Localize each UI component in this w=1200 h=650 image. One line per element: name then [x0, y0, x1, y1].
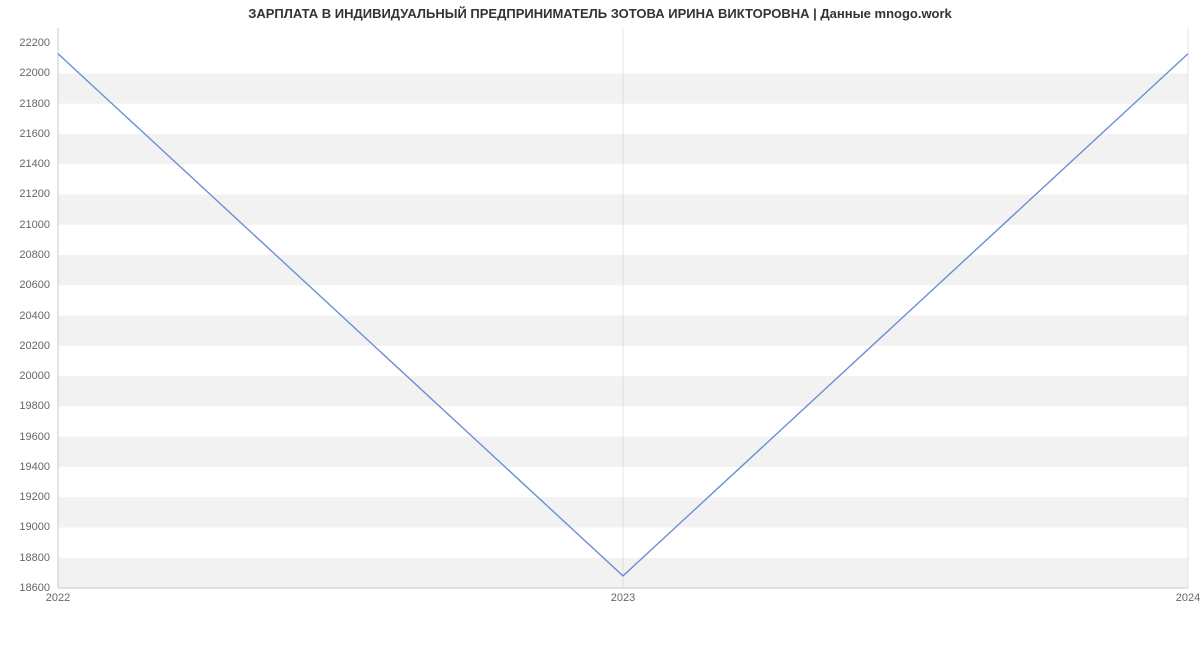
- y-tick-label: 21200: [19, 188, 50, 200]
- y-tick-label: 20400: [19, 310, 50, 322]
- y-tick-label: 22000: [19, 67, 50, 79]
- y-tick-label: 19200: [19, 491, 50, 503]
- y-tick-label: 18800: [19, 552, 50, 564]
- y-tick-label: 19000: [19, 521, 50, 533]
- y-tick-label: 19600: [19, 431, 50, 443]
- y-tick-label: 19800: [19, 400, 50, 412]
- chart-title: ЗАРПЛАТА В ИНДИВИДУАЛЬНЫЙ ПРЕДПРИНИМАТЕЛ…: [0, 6, 1200, 21]
- y-tick-label: 20000: [19, 370, 50, 382]
- plot-area: [58, 28, 1188, 588]
- x-axis: 202220232024: [58, 590, 1188, 610]
- y-tick-label: 20200: [19, 340, 50, 352]
- y-tick-label: 22200: [19, 37, 50, 49]
- y-tick-label: 19400: [19, 461, 50, 473]
- x-tick-label: 2023: [611, 592, 635, 604]
- x-tick-label: 2024: [1176, 592, 1200, 604]
- y-tick-label: 20800: [19, 249, 50, 261]
- y-tick-label: 21400: [19, 158, 50, 170]
- chart-svg: [58, 28, 1188, 588]
- y-tick-label: 20600: [19, 279, 50, 291]
- y-tick-label: 21000: [19, 219, 50, 231]
- salary-line-chart: ЗАРПЛАТА В ИНДИВИДУАЛЬНЫЙ ПРЕДПРИНИМАТЕЛ…: [0, 0, 1200, 650]
- y-tick-label: 21600: [19, 128, 50, 140]
- y-tick-label: 21800: [19, 98, 50, 110]
- x-tick-label: 2022: [46, 592, 70, 604]
- y-axis: 1860018800190001920019400196001980020000…: [0, 28, 54, 588]
